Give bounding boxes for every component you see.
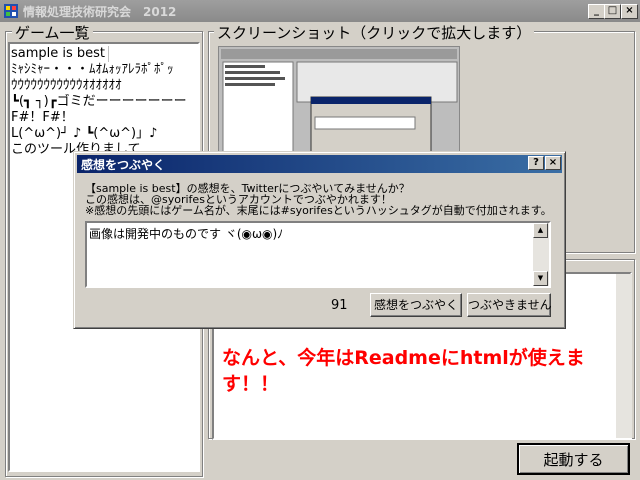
list-item[interactable]: L(^ω^)┘ ♪ ┗(^ω^)」♪ bbox=[11, 126, 197, 142]
readme-scrollbar[interactable] bbox=[616, 274, 632, 438]
comment-input[interactable]: 画像は開発中のものです ヾ(◉ω◉)ﾉ ▲ ▼ bbox=[85, 221, 551, 288]
launch-button[interactable]: 起動する bbox=[517, 443, 630, 475]
list-item[interactable]: sample is best bbox=[11, 46, 197, 62]
screenshot-legend: スクリーンショット（クリックで拡大します） bbox=[214, 22, 535, 43]
dialog-close-button[interactable]: × bbox=[545, 156, 561, 170]
scroll-up-icon[interactable]: ▲ bbox=[533, 223, 548, 238]
scroll-down-icon[interactable]: ▼ bbox=[533, 271, 548, 286]
list-item[interactable]: ｳｳｳｳｳｳｳｳｳｳｳｵｵｵｵｵｵ bbox=[11, 78, 197, 94]
title-bar[interactable]: 情報処理技術研究会 2012 _ □ × bbox=[0, 0, 640, 22]
game-list-legend: ゲーム一覧 bbox=[12, 22, 93, 43]
minimize-button[interactable]: _ bbox=[588, 4, 605, 19]
tweet-dialog: 感想をつぶやく ? × 【sample is best】の感想を、Twitter… bbox=[73, 151, 566, 329]
maximize-button[interactable]: □ bbox=[604, 4, 621, 19]
screenshot-image[interactable] bbox=[218, 46, 460, 154]
window-title: 情報処理技術研究会 2012 bbox=[23, 5, 177, 19]
app-icon bbox=[4, 4, 18, 18]
dialog-title-bar[interactable]: 感想をつぶやく ? × bbox=[77, 155, 562, 173]
help-button[interactable]: ? bbox=[528, 156, 544, 170]
comment-scrollbar[interactable]: ▲ ▼ bbox=[533, 223, 549, 286]
char-count: 91 bbox=[331, 298, 348, 313]
list-item[interactable]: ﾐｬｼﾐｬｰ・・・ﾑｵﾑｫｯｱﾚﾗﾎﾟﾎﾟｯ bbox=[11, 62, 197, 78]
tweet-button[interactable]: 感想をつぶやく bbox=[370, 293, 462, 317]
comment-text: 画像は開発中のものです ヾ(◉ω◉)ﾉ bbox=[89, 227, 284, 241]
cancel-button[interactable]: つぶやきません bbox=[467, 293, 552, 317]
readme-text: なんと、今年はReadmeにhtmlが使えます！！ bbox=[222, 347, 585, 395]
screenshot-preview bbox=[219, 47, 459, 153]
dialog-message-line: ※感想の先頭にはゲーム名が、末尾には#syorifesというハッシュタグが自動で… bbox=[85, 204, 552, 217]
list-item[interactable]: ┗(┓ ┐)┏ゴミだーーーーーーー bbox=[11, 94, 197, 110]
dialog-title: 感想をつぶやく bbox=[81, 158, 166, 172]
close-button[interactable]: × bbox=[621, 4, 638, 19]
list-item[interactable]: F#！F#！ bbox=[11, 110, 197, 126]
